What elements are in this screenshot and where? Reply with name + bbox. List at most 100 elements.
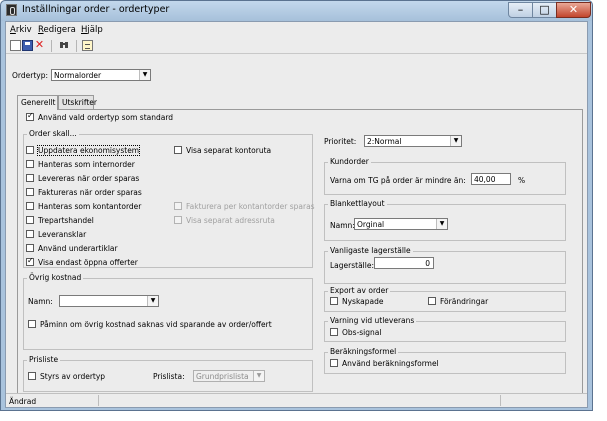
status-text: Ändrad — [9, 397, 37, 406]
obs-signal-label[interactable]: Obs-signal — [342, 328, 381, 337]
trepartshandel-checkbox[interactable] — [26, 216, 34, 224]
menu-arkiv[interactable]: Arkiv — [10, 25, 32, 35]
prioritet-label: Prioritet: — [324, 137, 357, 146]
berakningsformel-label[interactable]: Använd beräkningsformel — [342, 359, 439, 368]
lagerstalle-label: Lagerställe: — [330, 261, 374, 270]
prislista-select: Grundprislista ▼ — [193, 370, 265, 382]
save-icon[interactable] — [22, 40, 33, 51]
leveransklar-label[interactable]: Leveransklar — [38, 230, 86, 239]
delete-icon[interactable]: ✕ — [34, 39, 45, 51]
paminn-ovrig-kostnad-label[interactable]: Påminn om övrig kostnad saknas vid spara… — [40, 320, 272, 329]
kundorder-title: Kundorder — [328, 157, 371, 166]
menu-hjalp[interactable]: Hjälp — [81, 25, 103, 35]
chevron-down-icon[interactable]: ▼ — [139, 70, 150, 80]
hanteras-som-internorder-checkbox[interactable] — [26, 160, 34, 168]
nyskapade-checkbox[interactable] — [330, 297, 338, 305]
fakturera-per-kontantorder-label: Fakturera per kontantorder sparas — [186, 202, 315, 211]
app-icon — [6, 4, 17, 16]
blankettlayout-select[interactable]: Orginal ▼ — [354, 218, 448, 230]
chevron-down-icon[interactable]: ▼ — [450, 136, 461, 146]
styrs-av-ordertyp-label[interactable]: Styrs av ordertyp — [40, 372, 105, 381]
leveransklar-checkbox[interactable] — [26, 230, 34, 238]
anvand-underartiklar-label[interactable]: Använd underartiklar — [38, 244, 118, 253]
uppdatera-ekonomisystem-label[interactable]: Uppdatera ekonomisystem — [36, 145, 141, 156]
lagerstalle-value: 0 — [425, 259, 430, 268]
toolbar-separator — [76, 40, 77, 52]
lagerstalle-input[interactable]: 0 — [374, 257, 434, 269]
forandringar-label[interactable]: Förändringar — [440, 297, 488, 306]
chevron-down-icon[interactable]: ▼ — [436, 219, 447, 229]
application-window: Inställningar order - ordertyper – □ ✕ A… — [0, 0, 593, 411]
berakningsformel-checkbox[interactable] — [330, 359, 338, 367]
menu-arkiv-label: rkiv — [15, 25, 32, 35]
tab-generellt[interactable]: Generellt — [17, 95, 58, 110]
toolbar: ✕ — [6, 38, 587, 54]
find-icon[interactable] — [59, 40, 70, 51]
forandringar-checkbox[interactable] — [428, 297, 436, 305]
ordertyp-select[interactable]: Normalorder ▼ — [51, 69, 151, 81]
client-area: Arkiv Redigera Hjälp ✕ Ordertyp: Normalo… — [5, 21, 588, 408]
styrs-av-ordertyp-checkbox[interactable] — [28, 372, 36, 380]
blankettlayout-name-label: Namn: — [330, 221, 355, 230]
obs-signal-checkbox[interactable] — [330, 328, 338, 336]
tab-panel-generellt: Använd vald ordertyp som standard Order … — [17, 109, 583, 398]
close-button[interactable]: ✕ — [556, 2, 591, 18]
chevron-down-icon: ▼ — [253, 371, 264, 381]
toolbar-separator — [51, 40, 52, 52]
use-selected-checkbox[interactable] — [26, 111, 34, 121]
visa-separat-kontoruta-label[interactable]: Visa separat kontoruta — [186, 146, 271, 155]
varna-tg-input[interactable]: 40,00 — [471, 173, 511, 185]
prislista-value: Grundprislista — [196, 372, 249, 381]
status-bar: Ändrad — [6, 393, 587, 407]
visa-endast-oppna-offerter-checkbox[interactable] — [26, 256, 34, 266]
title-bar[interactable]: Inställningar order - ordertyper – □ ✕ — [1, 1, 592, 21]
menu-redigera[interactable]: Redigera — [38, 25, 76, 35]
levereras-nar-order-sparas-label[interactable]: Levereras när order sparas — [38, 174, 139, 183]
prioritet-value: 2:Normal — [367, 137, 402, 146]
use-selected-label[interactable]: Använd vald ordertyp som standard — [38, 113, 173, 122]
trepartshandel-label[interactable]: Trepartshandel — [38, 216, 94, 225]
ovrig-kostnad-group: Övrig kostnad — [23, 273, 313, 350]
blankettlayout-value: Orginal — [357, 220, 385, 229]
ovrig-kostnad-name-label: Namn: — [28, 297, 53, 306]
hanteras-som-kontantorder-label[interactable]: Hanteras som kontantorder — [38, 202, 141, 211]
anvand-underartiklar-checkbox[interactable] — [26, 244, 34, 252]
ordertyp-value: Normalorder — [54, 71, 102, 80]
status-divider — [98, 395, 99, 406]
blankettlayout-title: Blankettlayout — [328, 199, 387, 208]
ovrig-kostnad-name-select[interactable]: ▼ — [59, 295, 159, 307]
berakningsformel-title: Beräkningsformel — [328, 347, 399, 356]
visa-separat-kontoruta-checkbox[interactable] — [174, 146, 182, 154]
uppdatera-ekonomisystem-checkbox[interactable] — [26, 146, 34, 154]
visa-endast-oppna-offerter-label[interactable]: Visa endast öppna offerter — [38, 258, 138, 267]
window-title: Inställningar order - ordertyper — [22, 4, 170, 15]
prislista-label: Prislista: — [153, 372, 185, 381]
vanligaste-lagerstalle-title: Vanligaste lagerställe — [328, 246, 413, 255]
ordertyp-label: Ordertyp: — [12, 71, 48, 80]
prisliste-title: Prisliste — [27, 355, 61, 364]
tab-utskrifter[interactable]: Utskrifter — [58, 95, 97, 109]
properties-icon[interactable] — [82, 40, 93, 51]
menu-hjalp-label: jälp — [87, 25, 103, 35]
varna-tg-unit: % — [518, 176, 526, 185]
order-skall-title: Order skall... — [27, 129, 79, 138]
export-av-order-title: Export av order — [328, 286, 391, 295]
levereras-nar-order-sparas-checkbox[interactable] — [26, 174, 34, 182]
hanteras-som-kontantorder-checkbox[interactable] — [26, 202, 34, 210]
nyskapade-label[interactable]: Nyskapade — [342, 297, 384, 306]
paminn-ovrig-kostnad-checkbox[interactable] — [28, 320, 36, 328]
faktureras-nar-order-sparas-checkbox[interactable] — [26, 188, 34, 196]
new-document-icon[interactable] — [10, 40, 21, 51]
maximize-button[interactable]: □ — [532, 2, 557, 18]
visa-separat-adressruta-checkbox — [174, 216, 182, 224]
fakturera-per-kontantorder-checkbox — [174, 202, 182, 210]
varna-tg-value: 40,00 — [474, 175, 496, 184]
prioritet-select[interactable]: 2:Normal ▼ — [364, 135, 462, 147]
status-divider — [500, 395, 501, 406]
varna-tg-label: Varna om TG på order är mindre än: — [330, 176, 466, 185]
chevron-down-icon[interactable]: ▼ — [147, 296, 158, 306]
minimize-button[interactable]: – — [508, 2, 533, 18]
faktureras-nar-order-sparas-label[interactable]: Faktureras när order sparas — [38, 188, 142, 197]
ovrig-kostnad-title: Övrig kostnad — [27, 273, 84, 282]
hanteras-som-internorder-label[interactable]: Hanteras som internorder — [38, 160, 135, 169]
